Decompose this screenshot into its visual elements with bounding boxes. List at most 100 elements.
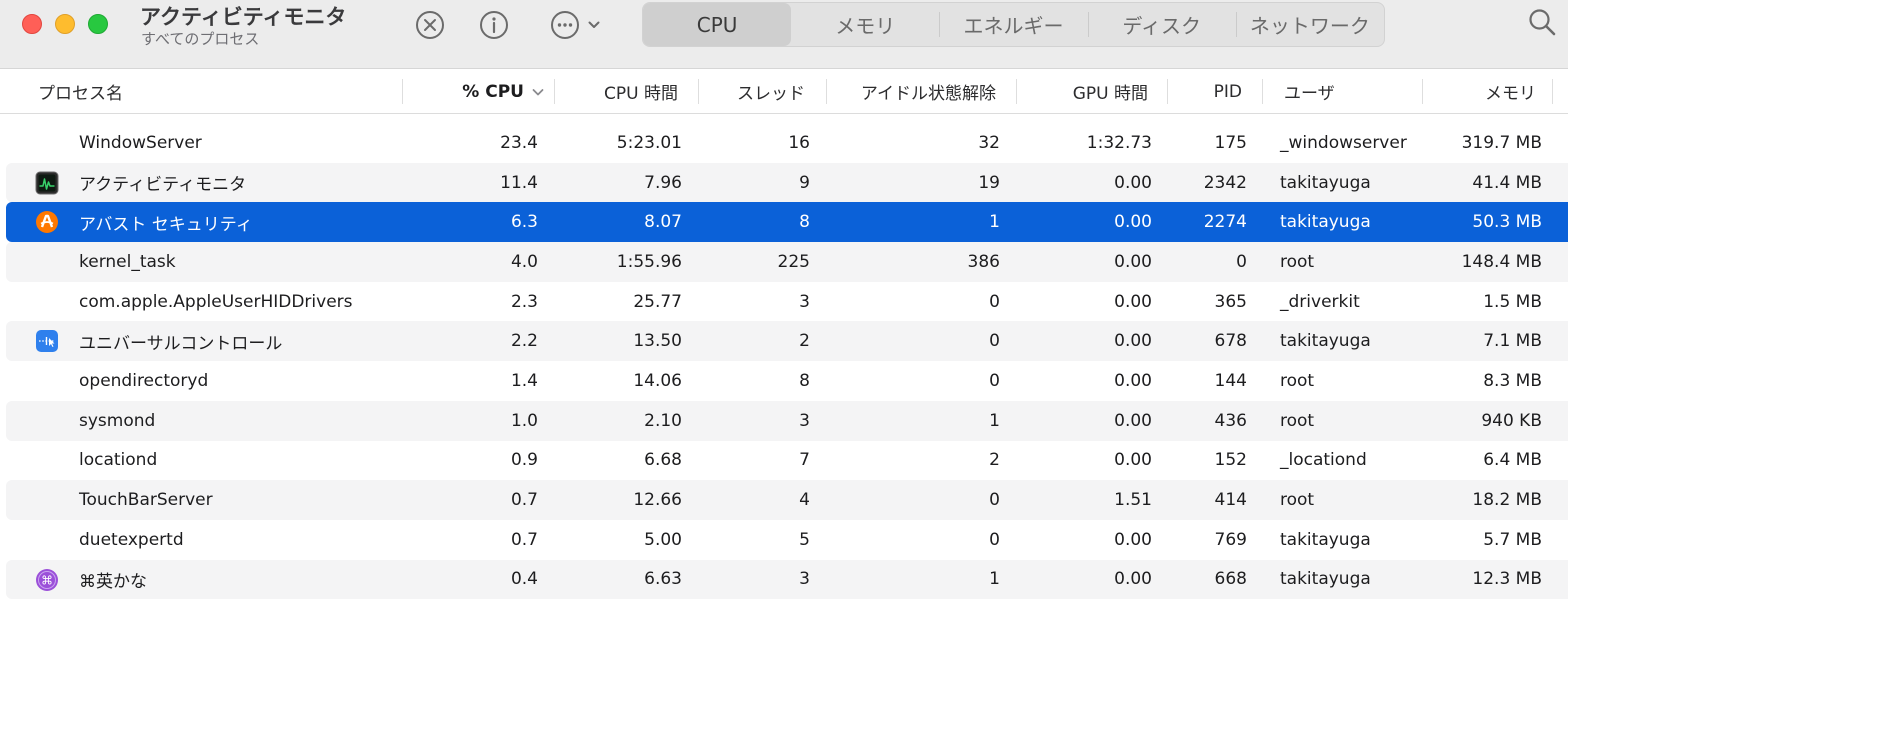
column-divider[interactable]	[698, 79, 699, 104]
gpu-time: 0.00	[1114, 251, 1152, 272]
zoom-window-button[interactable]	[88, 14, 108, 34]
table-row[interactable]: ⌘ ⌘英かな 0.4 6.63 3 1 0.00 668 takitayuga …	[0, 559, 1568, 600]
gpu-time: 0.00	[1114, 331, 1152, 352]
cpu-percent: 2.2	[510, 331, 538, 352]
thread-count: 9	[799, 172, 810, 193]
memory-usage: 12.3 MB	[1472, 569, 1542, 590]
table-row[interactable]: sysmond 1.0 2.10 3 1 0.00 436 root 940 K…	[0, 400, 1568, 441]
column-header-idle-wakeups[interactable]: アイドル状態解除	[830, 69, 996, 114]
column-divider[interactable]	[402, 79, 403, 104]
table-row[interactable]: opendirectoryd 1.4 14.06 8 0 0.00 144 ro…	[0, 361, 1568, 401]
column-divider[interactable]	[1167, 79, 1168, 104]
process-user: root	[1280, 410, 1315, 431]
process-table: WindowServer 23.4 5:23.01 16 32 1:32.73 …	[0, 123, 1568, 599]
memory-usage: 5.7 MB	[1483, 529, 1542, 550]
process-id: 678	[1214, 331, 1247, 352]
process-name: アバスト セキュリティ	[79, 214, 253, 235]
gpu-time: 0.00	[1114, 291, 1152, 312]
table-row[interactable]: locationd 0.9 6.68 7 2 0.00 152 _locatio…	[0, 441, 1568, 481]
close-window-button[interactable]	[22, 14, 42, 34]
cpu-percent: 0.7	[510, 529, 538, 550]
column-header-user[interactable]: ユーザ	[1284, 69, 1404, 114]
process-id: 414	[1214, 490, 1247, 511]
column-header-memory[interactable]: メモリ	[1430, 69, 1536, 114]
process-name: locationd	[79, 450, 158, 471]
more-options-button[interactable]	[544, 9, 606, 41]
memory-usage: 50.3 MB	[1472, 212, 1542, 233]
table-row[interactable]: TouchBarServer 0.7 12.66 4 0 1.51 414 ro…	[0, 480, 1568, 520]
idle-wakeups: 1	[989, 410, 1000, 431]
memory-usage: 148.4 MB	[1461, 251, 1542, 272]
avast-icon	[35, 210, 59, 234]
idle-wakeups: 0	[989, 291, 1000, 312]
table-row-selected[interactable]: アバスト セキュリティ 6.3 8.07 8 1 0.00 2274 takit…	[0, 202, 1568, 242]
column-divider[interactable]	[1552, 79, 1553, 104]
process-user: _locationd	[1280, 450, 1367, 471]
column-header-cpu[interactable]: % CPU	[420, 69, 544, 114]
thread-count: 4	[799, 490, 810, 511]
table-row[interactable]: ユニバーサルコントロール 2.2 13.50 2 0 0.00 678 taki…	[0, 321, 1568, 361]
thread-count: 8	[799, 212, 810, 233]
process-user: root	[1280, 370, 1315, 391]
search-icon	[1527, 7, 1557, 41]
column-divider[interactable]	[1422, 79, 1423, 104]
process-id: 144	[1214, 370, 1247, 391]
column-divider[interactable]	[1016, 79, 1017, 104]
gpu-time: 0.00	[1114, 370, 1152, 391]
info-button[interactable]	[477, 9, 511, 41]
info-icon	[479, 10, 509, 40]
process-id: 2342	[1203, 172, 1247, 193]
column-header-pid[interactable]: PID	[1170, 69, 1242, 114]
table-row[interactable]: com.apple.AppleUserHIDDrivers 2.3 25.77 …	[0, 282, 1568, 322]
cpu-percent: 4.0	[510, 251, 538, 272]
column-divider[interactable]	[826, 79, 827, 104]
process-user: _windowserver	[1280, 132, 1407, 153]
tab-cpu[interactable]: CPU	[643, 3, 792, 46]
cpu-time: 8.07	[644, 212, 682, 233]
window-subtitle[interactable]: すべてのプロセス	[141, 28, 259, 49]
eikana-icon: ⌘	[35, 568, 59, 592]
table-row[interactable]: duetexpertd 0.7 5.00 5 0 0.00 769 takita…	[0, 520, 1568, 560]
cpu-percent: 23.4	[500, 132, 538, 153]
sort-descending-icon	[532, 87, 544, 97]
search-button[interactable]	[1524, 6, 1560, 42]
tab-energy[interactable]: エネルギー	[939, 3, 1087, 46]
cpu-time: 5.00	[644, 529, 682, 550]
more-options-icon	[550, 10, 580, 40]
memory-usage: 7.1 MB	[1483, 331, 1542, 352]
column-divider[interactable]	[554, 79, 555, 104]
idle-wakeups: 0	[989, 529, 1000, 550]
tab-memory[interactable]: メモリ	[791, 3, 939, 46]
process-user: takitayuga	[1280, 212, 1371, 233]
tab-disk[interactable]: ディスク	[1087, 3, 1236, 46]
table-row[interactable]: アクティビティモニタ 11.4 7.96 9 19 0.00 2342 taki…	[0, 162, 1568, 203]
thread-count: 3	[799, 410, 810, 431]
column-header-process-name[interactable]: プロセス名	[38, 69, 378, 114]
cpu-percent: 6.3	[510, 212, 538, 233]
column-header-cpu-time[interactable]: CPU 時間	[560, 69, 678, 114]
table-row[interactable]: kernel_task 4.0 1:55.96 225 386 0.00 0 r…	[0, 242, 1568, 282]
memory-usage: 41.4 MB	[1472, 172, 1542, 193]
process-name: TouchBarServer	[79, 490, 213, 511]
idle-wakeups: 0	[989, 370, 1000, 391]
thread-count: 16	[788, 132, 810, 153]
cpu-percent: 11.4	[500, 172, 538, 193]
process-user: takitayuga	[1280, 331, 1371, 352]
tab-network[interactable]: ネットワーク	[1235, 3, 1384, 46]
process-id: 668	[1214, 569, 1247, 590]
universal-control-icon	[35, 329, 59, 353]
stop-process-button[interactable]	[413, 9, 447, 41]
process-name: ユニバーサルコントロール	[79, 333, 283, 354]
cpu-time: 2.10	[644, 410, 682, 431]
minimize-window-button[interactable]	[55, 14, 75, 34]
activity-monitor-icon	[35, 171, 59, 195]
table-row[interactable]: WindowServer 23.4 5:23.01 16 32 1:32.73 …	[0, 123, 1568, 163]
cpu-percent: 0.7	[510, 490, 538, 511]
column-divider[interactable]	[1262, 79, 1263, 104]
column-header-gpu-time[interactable]: GPU 時間	[1020, 69, 1148, 114]
thread-count: 8	[799, 370, 810, 391]
memory-usage: 18.2 MB	[1472, 490, 1542, 511]
column-header-threads[interactable]: スレッド	[700, 69, 805, 114]
process-id: 2274	[1203, 212, 1247, 233]
process-id: 0	[1236, 251, 1247, 272]
